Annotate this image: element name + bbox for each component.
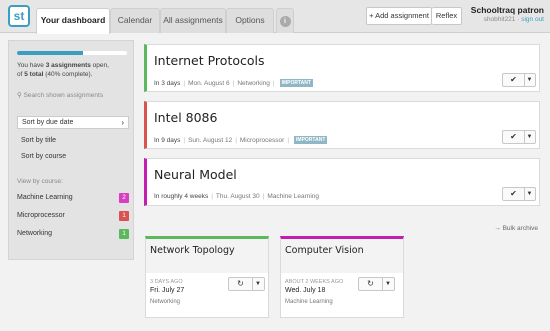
sidebar: You have 3 assignments open, of 5 total … bbox=[8, 40, 134, 260]
bulk-archive-link[interactable]: → Bulk archive bbox=[494, 225, 538, 232]
sort-by-title[interactable]: Sort by title bbox=[17, 134, 129, 147]
assignment-meta: In 9 days | Sun. August 12 | Microprocessor |… bbox=[154, 136, 328, 144]
due-date: Thu. August 30 bbox=[215, 193, 260, 200]
due-date: Mon. August 6 bbox=[188, 80, 230, 87]
user-panel: Schooltraq patron shobhit221 · sign out bbox=[471, 5, 544, 23]
completed-assignment-card[interactable]: Network Topology 3 DAYS AGO Fri. July 27… bbox=[145, 236, 269, 318]
due-in: In roughly 4 weeks bbox=[154, 193, 209, 200]
summary-mid: open, bbox=[90, 62, 109, 69]
assignment-title[interactable]: Network Topology bbox=[150, 245, 235, 256]
progress-bar bbox=[17, 51, 127, 55]
important-badge: IMPORTANT bbox=[279, 79, 313, 87]
important-badge: IMPORTANT bbox=[294, 136, 328, 144]
chevron-down-icon[interactable]: ▼ bbox=[524, 188, 535, 200]
complete-button-group: ✔ ▼ bbox=[502, 73, 536, 87]
course-name: Machine Learning bbox=[267, 193, 320, 200]
chevron-down-icon[interactable]: ▼ bbox=[382, 278, 394, 290]
assignment-title[interactable]: Internet Protocols bbox=[154, 53, 265, 68]
search-icon: ⚲ bbox=[17, 92, 22, 99]
summary-total: 5 total bbox=[24, 71, 44, 78]
due-in: In 3 days bbox=[154, 80, 181, 87]
completed-date: Fri. July 27 bbox=[150, 287, 185, 294]
chevron-down-icon[interactable]: ▼ bbox=[252, 278, 264, 290]
course-filter-machine-learning[interactable]: Machine Learning 2 bbox=[17, 192, 129, 204]
due-in: In 9 days bbox=[154, 137, 181, 144]
tab-dashboard[interactable]: Your dashboard bbox=[36, 8, 110, 34]
summary-pre: You have bbox=[17, 62, 46, 69]
chevron-down-icon[interactable]: ▼ bbox=[524, 74, 535, 86]
course-count-badge: 2 bbox=[119, 193, 129, 203]
refresh-icon[interactable]: ↻ bbox=[359, 278, 383, 290]
reflex-button[interactable]: Reflex bbox=[432, 7, 462, 25]
completed-ago: ABOUT 2 WEEKS AGO bbox=[285, 279, 344, 285]
info-icon: i bbox=[279, 16, 291, 27]
complete-button-group: ✔ ▼ bbox=[502, 130, 536, 144]
add-assignment-button[interactable]: + Add assignment bbox=[366, 7, 432, 25]
arrow-right-icon: → bbox=[494, 225, 501, 232]
assignment-card[interactable]: Internet Protocols In 3 days | Mon. August… bbox=[144, 44, 540, 92]
chevron-right-icon: › bbox=[121, 118, 124, 127]
app-logo[interactable]: st bbox=[8, 5, 30, 27]
completed-date: Wed. July 18 bbox=[285, 287, 326, 294]
tab-all-assignments[interactable]: All assignments bbox=[160, 8, 226, 33]
user-meta: shobhit221 · sign out bbox=[483, 16, 544, 23]
restore-button-group: ↻ ▼ bbox=[358, 277, 395, 291]
check-icon[interactable]: ✔ bbox=[503, 74, 525, 86]
course-name: Networking bbox=[150, 299, 181, 305]
check-icon[interactable]: ✔ bbox=[503, 131, 525, 143]
bulk-archive-label: Bulk archive bbox=[502, 225, 538, 232]
assignment-title[interactable]: Computer Vision bbox=[285, 245, 364, 256]
course-name: Networking bbox=[17, 230, 53, 237]
top-bar: st Your dashboard Calendar All assignmen… bbox=[0, 0, 550, 34]
tab-info[interactable]: i bbox=[276, 8, 294, 33]
due-date: Sun. August 12 bbox=[188, 137, 233, 144]
tab-calendar[interactable]: Calendar bbox=[110, 8, 160, 33]
course-count-badge: 1 bbox=[119, 229, 129, 239]
tab-options[interactable]: Options bbox=[226, 8, 274, 33]
progress-fill bbox=[17, 51, 83, 55]
signout-link[interactable]: sign out bbox=[521, 16, 544, 23]
assignment-meta: In roughly 4 weeks | Thu. August 30 | Machin… bbox=[154, 193, 320, 200]
summary-text: You have 3 assignments open, of 5 total … bbox=[17, 61, 131, 79]
assignment-card[interactable]: Neural Model In roughly 4 weeks | Thu. Aug… bbox=[144, 158, 540, 206]
summary-line2-post: (40% complete). bbox=[43, 71, 93, 78]
course-name: Machine Learning bbox=[285, 299, 333, 305]
view-by-course-label: View by course: bbox=[17, 178, 63, 185]
sort-by-due-date[interactable]: Sort by due date › bbox=[17, 116, 129, 129]
refresh-icon[interactable]: ↻ bbox=[229, 278, 253, 290]
course-filter-networking[interactable]: Networking 1 bbox=[17, 228, 129, 240]
course-name: Networking bbox=[237, 80, 270, 87]
sort-label: Sort by due date bbox=[22, 119, 74, 126]
search-placeholder: Search shown assignments bbox=[23, 92, 104, 99]
chevron-down-icon[interactable]: ▼ bbox=[524, 131, 535, 143]
summary-open-count: 3 assignments bbox=[45, 62, 91, 69]
course-name: Machine Learning bbox=[17, 194, 73, 201]
completed-ago: 3 DAYS AGO bbox=[150, 279, 183, 285]
search-input[interactable]: ⚲ Search shown assignments bbox=[17, 91, 103, 99]
restore-button-group: ↻ ▼ bbox=[228, 277, 265, 291]
assignment-meta: In 3 days | Mon. August 6 | Networking | IMPOR… bbox=[154, 79, 313, 87]
assignment-title[interactable]: Intel 8086 bbox=[154, 110, 217, 125]
completed-assignment-card[interactable]: Computer Vision ABOUT 2 WEEKS AGO Wed. J… bbox=[280, 236, 404, 318]
username: shobhit221 bbox=[483, 16, 516, 23]
course-filter-microprocessor[interactable]: Microprocessor 1 bbox=[17, 210, 129, 222]
complete-button-group: ✔ ▼ bbox=[502, 187, 536, 201]
app-name: Schooltraq patron bbox=[470, 5, 544, 15]
assignment-card[interactable]: Intel 8086 In 9 days | Sun. August 12 | Micr… bbox=[144, 101, 540, 149]
course-count-badge: 1 bbox=[119, 211, 129, 221]
course-name: Microprocessor bbox=[239, 137, 285, 144]
sort-by-course[interactable]: Sort by course bbox=[17, 150, 129, 163]
assignment-title[interactable]: Neural Model bbox=[154, 167, 237, 182]
check-icon[interactable]: ✔ bbox=[503, 188, 525, 200]
course-name: Microprocessor bbox=[17, 212, 65, 219]
